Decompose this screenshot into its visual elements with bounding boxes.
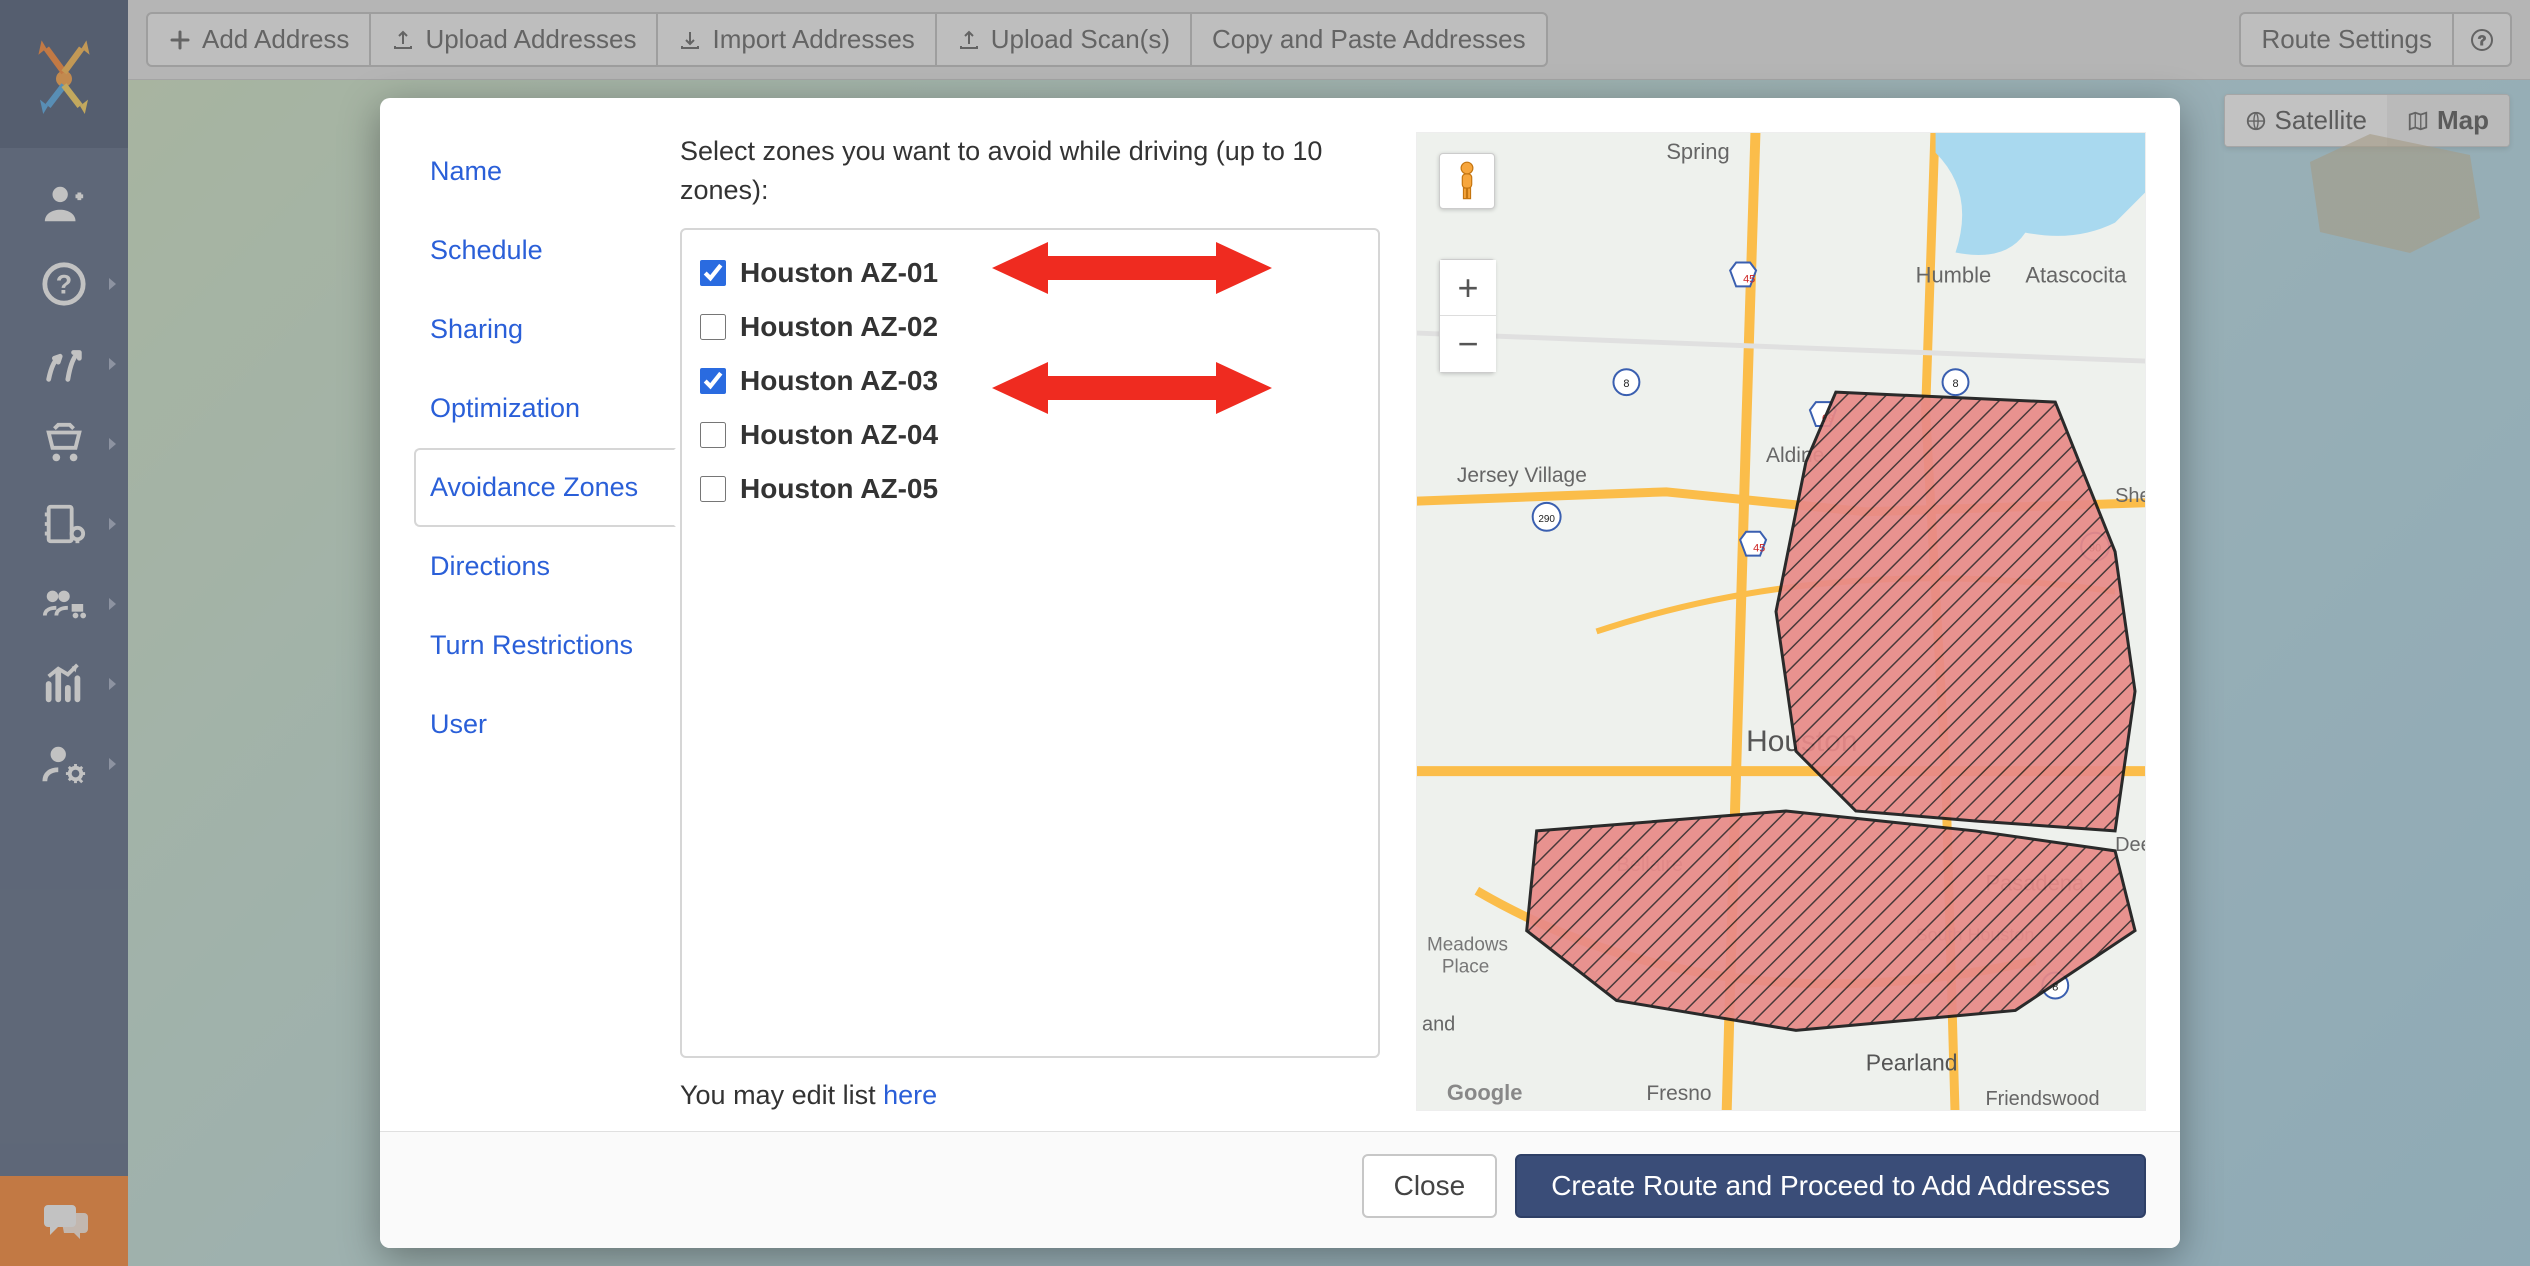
svg-text:Dee: Dee xyxy=(2115,834,2145,856)
close-button[interactable]: Close xyxy=(1362,1154,1498,1218)
zone-row[interactable]: Houston AZ-04 xyxy=(696,408,1364,462)
zone-label: Houston AZ-05 xyxy=(740,473,938,505)
tab-directions[interactable]: Directions xyxy=(414,527,674,606)
zoom-out-button[interactable]: − xyxy=(1440,316,1496,372)
tab-name[interactable]: Name xyxy=(414,132,674,211)
zone-row[interactable]: Houston AZ-01 xyxy=(696,246,1364,300)
zone-label: Houston AZ-02 xyxy=(740,311,938,343)
pegman-icon xyxy=(1453,161,1481,201)
svg-text:Meadows: Meadows xyxy=(1427,935,1508,956)
modal-tabs: Name Schedule Sharing Optimization Avoid… xyxy=(414,132,674,1111)
svg-text:She: She xyxy=(2115,485,2145,507)
map-city-label: Spring xyxy=(1666,139,1729,164)
svg-text:and: and xyxy=(1422,1013,1455,1035)
create-route-button[interactable]: Create Route and Proceed to Add Addresse… xyxy=(1515,1154,2146,1218)
zone-row[interactable]: Houston AZ-03 xyxy=(696,354,1364,408)
map-zoom-control: + − xyxy=(1439,259,1495,373)
svg-text:290: 290 xyxy=(1538,514,1555,525)
zone-row[interactable]: Houston AZ-02 xyxy=(696,300,1364,354)
zone-label: Houston AZ-03 xyxy=(740,365,938,397)
svg-text:Atascocita: Atascocita xyxy=(2025,262,2127,287)
svg-text:8: 8 xyxy=(1623,378,1629,390)
zone-checkbox[interactable] xyxy=(700,422,726,448)
zoom-in-button[interactable]: + xyxy=(1440,260,1496,316)
svg-text:8: 8 xyxy=(1952,378,1958,390)
tab-user[interactable]: User xyxy=(414,685,674,764)
tab-optimization[interactable]: Optimization xyxy=(414,369,674,448)
tab-avoidance-zones[interactable]: Avoidance Zones xyxy=(414,448,676,527)
svg-text:45: 45 xyxy=(1753,543,1765,555)
pegman-button[interactable] xyxy=(1439,153,1495,209)
tab-schedule[interactable]: Schedule xyxy=(414,211,674,290)
svg-text:Humble: Humble xyxy=(1916,262,1992,287)
edit-list-link[interactable]: here xyxy=(883,1080,937,1110)
svg-text:Google: Google xyxy=(1447,1080,1523,1105)
tab-sharing[interactable]: Sharing xyxy=(414,290,674,369)
svg-text:Friendswood: Friendswood xyxy=(1985,1088,2099,1110)
zone-checkbox[interactable] xyxy=(700,368,726,394)
zone-row[interactable]: Houston AZ-05 xyxy=(696,462,1364,516)
zones-panel: Select zones you want to avoid while dri… xyxy=(680,132,1380,1111)
svg-text:45: 45 xyxy=(1743,273,1755,285)
zone-checkbox[interactable] xyxy=(700,314,726,340)
svg-text:Fresno: Fresno xyxy=(1646,1082,1711,1105)
edit-prefix: You may edit list xyxy=(680,1080,883,1110)
zone-checkbox[interactable] xyxy=(700,476,726,502)
route-settings-modal: Name Schedule Sharing Optimization Avoid… xyxy=(380,98,2180,1248)
modal-footer: Close Create Route and Proceed to Add Ad… xyxy=(380,1131,2180,1248)
zone-label: Houston AZ-01 xyxy=(740,257,938,289)
svg-text:Jersey Village: Jersey Village xyxy=(1457,464,1587,487)
svg-text:Pearland: Pearland xyxy=(1866,1049,1958,1075)
map-canvas: Spring Humble Atascocita Jersey Village … xyxy=(1417,133,2145,1110)
zone-checkbox[interactable] xyxy=(700,260,726,286)
tab-turn-restrictions[interactable]: Turn Restrictions xyxy=(414,606,674,685)
zones-instruction: Select zones you want to avoid while dri… xyxy=(680,132,1380,210)
zones-list: Houston AZ-01 Houston AZ-02 Houston AZ-0… xyxy=(680,228,1380,1058)
zone-label: Houston AZ-04 xyxy=(740,419,938,451)
zones-map[interactable]: Spring Humble Atascocita Jersey Village … xyxy=(1416,132,2146,1111)
edit-list-text: You may edit list here xyxy=(680,1080,1380,1111)
svg-text:Place: Place xyxy=(1442,957,1489,978)
